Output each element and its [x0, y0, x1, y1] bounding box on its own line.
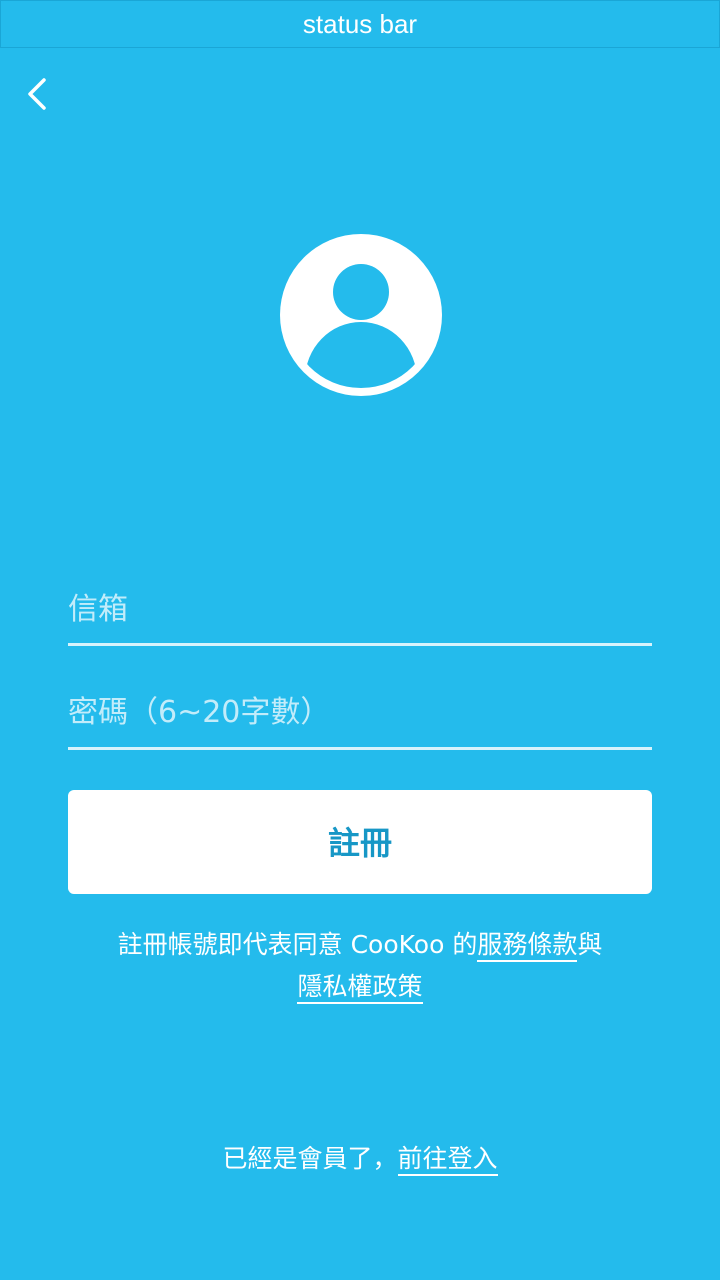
email-field[interactable] [68, 578, 652, 640]
status-bar: status bar [0, 0, 720, 48]
terms-notice: 註冊帳號即代表同意 CooKoo 的服務條款與 隱私權政策 [40, 924, 680, 1008]
email-field-wrapper [68, 578, 652, 646]
back-button[interactable] [18, 70, 58, 118]
password-underline [68, 747, 652, 750]
user-avatar-icon [280, 234, 442, 396]
login-prompt-text: 已經是會員了， [222, 1144, 398, 1173]
terms-prefix: 註冊帳號即代表同意 CooKoo 的 [117, 930, 478, 959]
password-field-wrapper [68, 680, 652, 750]
email-underline [68, 643, 652, 646]
go-to-login-link[interactable]: 前往登入 [397, 1144, 498, 1176]
login-prompt: 已經是會員了，前往登入 [40, 1138, 680, 1180]
register-button[interactable]: 註冊 [68, 790, 652, 894]
avatar [280, 234, 442, 396]
chevron-left-icon [28, 78, 46, 110]
terms-conjunction: 與 [577, 930, 603, 959]
privacy-policy-link[interactable]: 隱私權政策 [297, 972, 423, 1004]
password-field[interactable] [68, 680, 652, 744]
terms-of-service-link[interactable]: 服務條款 [477, 930, 578, 962]
